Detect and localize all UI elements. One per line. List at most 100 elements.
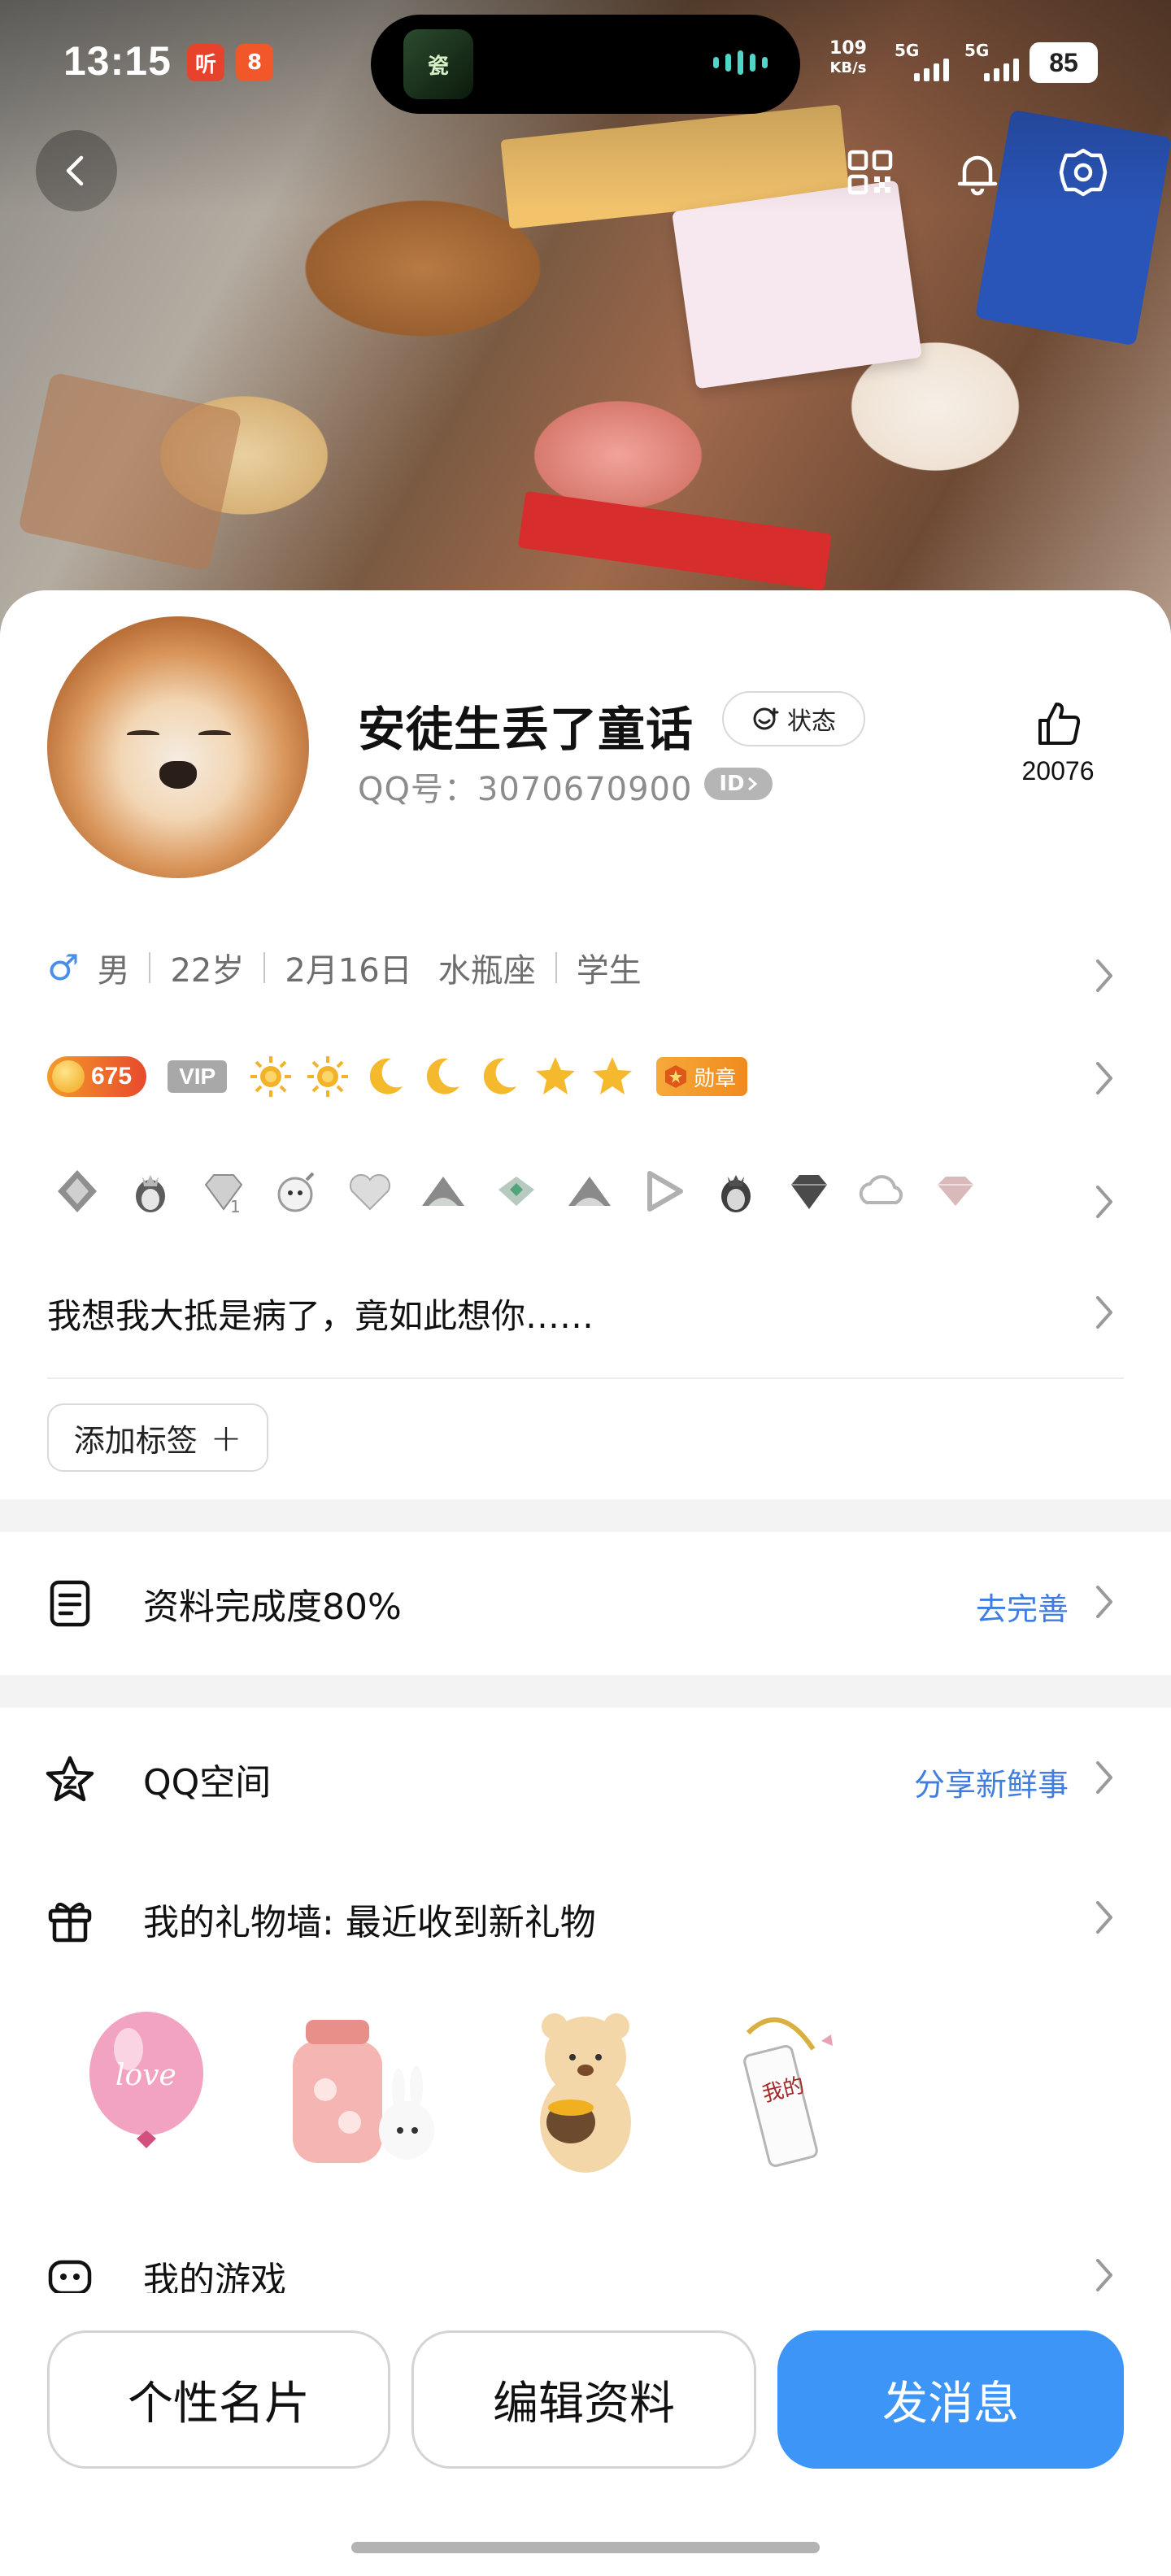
back-button[interactable] xyxy=(36,130,117,211)
occupation-text: 学生 xyxy=(576,952,642,990)
section-separator xyxy=(0,1499,1171,1532)
qq-id-label: ID xyxy=(719,772,745,796)
network-speed-value: 109 xyxy=(829,38,867,59)
age-text: 22岁 xyxy=(170,952,245,990)
network-speed: 109 KB/s xyxy=(829,39,867,78)
privilege-icons-row[interactable]: 1 xyxy=(47,1155,1124,1228)
video-app-icon: 8 xyxy=(236,44,273,81)
bomb-face-icon xyxy=(267,1161,327,1221)
sun-icon xyxy=(305,1054,350,1099)
chevron-right-icon xyxy=(1096,1586,1112,1618)
status-smile-icon xyxy=(753,707,779,730)
basic-info-chevron[interactable] xyxy=(1088,951,1121,1000)
plus-icon: + xyxy=(210,1416,242,1460)
games-chevron[interactable] xyxy=(1088,2251,1121,2300)
sun-icon xyxy=(248,1054,294,1099)
separator xyxy=(263,952,266,983)
now-playing-thumbnail: 瓷 xyxy=(403,29,473,99)
jar-bunny-icon xyxy=(293,2020,434,2163)
bell-icon xyxy=(957,155,998,196)
bear-honey-icon xyxy=(540,2013,631,2173)
moon-icon xyxy=(362,1054,407,1099)
gift-wall-title: 我的礼物墙: 最近收到新礼物 xyxy=(143,1902,596,1943)
edit-profile-button[interactable]: 编辑资料 xyxy=(411,2330,756,2469)
avatar[interactable] xyxy=(47,616,309,878)
chevron-right-icon xyxy=(1096,959,1112,992)
signature-text: 我想我大抵是病了，竟如此想你…… xyxy=(47,1295,594,1336)
signal-label-2: 5G xyxy=(964,41,990,60)
chevron-right-icon xyxy=(1096,1296,1112,1329)
qr-code-icon xyxy=(847,150,893,195)
battery-indicator: 85 xyxy=(1030,42,1098,83)
like-button[interactable]: 20076 xyxy=(997,698,1119,786)
chevron-right-icon xyxy=(1096,1186,1112,1218)
privilege-icons-chevron[interactable] xyxy=(1088,1177,1121,1226)
notification-button[interactable] xyxy=(948,143,1007,202)
gender-text: 男 xyxy=(97,952,130,990)
qr-code-button[interactable] xyxy=(841,143,899,202)
separator xyxy=(555,952,557,983)
level-badges-row[interactable]: 675 VIP 勋章 xyxy=(47,1052,1124,1101)
penguin-crown-icon xyxy=(120,1161,181,1221)
gift-wall-chevron[interactable] xyxy=(1088,1893,1121,1942)
moon-icon xyxy=(476,1054,521,1099)
divider xyxy=(47,1377,1124,1379)
section-separator xyxy=(0,1675,1171,1708)
gift-charm-tag[interactable]: 我的 xyxy=(699,2000,862,2179)
home-indicator[interactable] xyxy=(351,2542,820,2553)
signal-bars-1-icon xyxy=(914,59,949,81)
music-app-icon: 听 xyxy=(187,44,224,81)
send-message-button[interactable]: 发消息 xyxy=(777,2330,1124,2469)
like-count: 20076 xyxy=(1021,756,1095,785)
chevron-left-icon xyxy=(66,155,84,186)
charm-tag-icon: 我的 xyxy=(743,2017,833,2167)
status-button[interactable]: 状态 xyxy=(722,691,865,746)
star-icon xyxy=(533,1054,578,1099)
profile-completion-row[interactable]: 资料完成度80% 去完善 xyxy=(0,1545,1171,1659)
signal-bars-2-icon xyxy=(984,59,1019,81)
honor-label: 勋章 xyxy=(694,1066,737,1091)
gender-icon: ♂ xyxy=(47,946,80,989)
bottom-action-bar: 个性名片 编辑资料 发消息 xyxy=(0,2293,1171,2576)
chevron-right-icon xyxy=(1096,1761,1112,1794)
audio-wave-icon xyxy=(713,50,768,75)
status-bar: 13:15 听 8 瓷 109 KB/s 5G 5G 85 xyxy=(0,0,1171,122)
share-news-link[interactable]: 分享新鲜事 xyxy=(914,1760,1069,1804)
qq-id-badge[interactable]: ID xyxy=(704,768,773,800)
add-tag-label: 添加标签 xyxy=(73,1422,198,1459)
qzone-row[interactable]: QQ空间 分享新鲜事 xyxy=(0,1721,1171,1834)
green-gem-icon xyxy=(486,1161,546,1221)
qzone-chevron[interactable] xyxy=(1088,1753,1121,1802)
balloon-icon: love xyxy=(89,2012,203,2148)
qq-number[interactable]: QQ号：3070670900 xyxy=(358,763,692,810)
settings-button[interactable] xyxy=(1054,143,1112,202)
level-badge: 675 xyxy=(47,1056,147,1097)
penguin-crown-icon xyxy=(706,1161,766,1221)
profile-card-button[interactable]: 个性名片 xyxy=(47,2330,390,2469)
level-value: 675 xyxy=(91,1063,133,1090)
chevron-right-icon xyxy=(1096,2259,1112,2291)
add-tag-button[interactable]: 添加标签 + xyxy=(47,1403,268,1472)
diamond-mountain-icon xyxy=(47,1161,107,1221)
basic-info-row[interactable]: ♂ 男 22岁 2月16日 水瓶座 学生 xyxy=(47,943,1124,992)
level-badges-chevron[interactable] xyxy=(1088,1054,1121,1103)
separator xyxy=(149,952,151,983)
thumbs-up-icon xyxy=(1038,703,1081,745)
mountain-cap-icon xyxy=(559,1161,620,1221)
play-icon xyxy=(633,1161,693,1221)
zodiac-text: 水瓶座 xyxy=(437,952,536,990)
gift-bear-honey[interactable] xyxy=(504,2000,667,2179)
complete-profile-link[interactable]: 去完善 xyxy=(976,1584,1069,1629)
gift-jar-bunny[interactable] xyxy=(276,2000,439,2179)
network-speed-unit: KB/s xyxy=(829,59,867,76)
signature-chevron[interactable] xyxy=(1088,1288,1121,1337)
dynamic-island[interactable]: 瓷 xyxy=(371,15,800,114)
document-icon xyxy=(50,1580,90,1627)
gift-wall-row[interactable]: 我的礼物墙: 最近收到新礼物 xyxy=(0,1860,1171,1974)
chevron-right-icon xyxy=(747,777,757,791)
heart-icon xyxy=(340,1161,400,1221)
balloon-text: love xyxy=(115,2059,176,2092)
profile-completion-chevron[interactable] xyxy=(1088,1577,1121,1626)
gift-balloon[interactable]: love xyxy=(65,2000,228,2179)
signature-row[interactable]: 我想我大抵是病了，竟如此想你…… xyxy=(47,1285,1124,1342)
